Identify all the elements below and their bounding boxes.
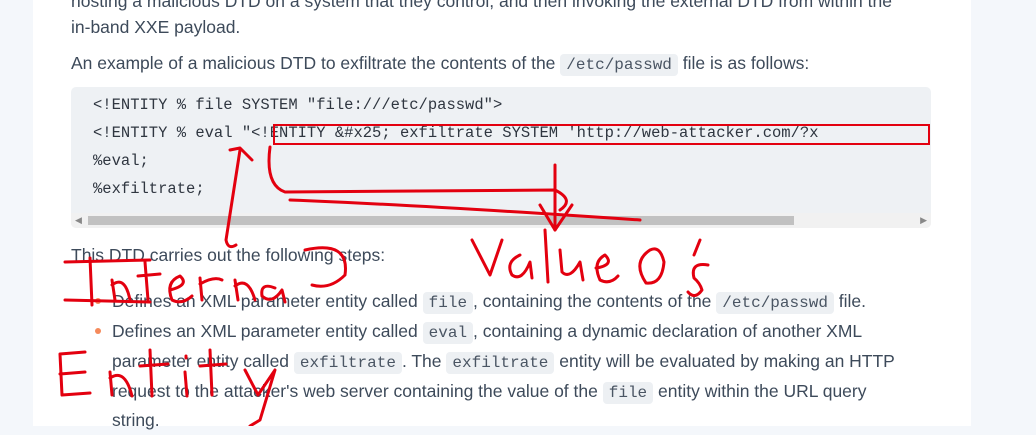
step-2-line3-after: entity within the URL query [658, 381, 867, 401]
step-1-mid: , containing the contents of the [473, 291, 712, 311]
example-text-after: file is as follows: [682, 53, 810, 73]
example-text-before: An example of a malicious DTD to exfiltr… [71, 53, 556, 73]
step-2-line3: request to the attacker's web server con… [112, 376, 867, 408]
step-2-text: Defines an XML parameter entity called [112, 321, 418, 341]
code-line-1: <!ENTITY % file SYSTEM "file:///etc/pass… [93, 96, 503, 114]
scroll-left-arrow-icon[interactable]: ◀ [75, 214, 82, 227]
steps-intro: This DTD carries out the following steps… [71, 245, 386, 265]
step-1-text: Defines an XML parameter entity called [112, 291, 418, 311]
step-2-after: , containing a dynamic declaration of an… [473, 321, 863, 341]
inline-code-exfiltrate-2: exfiltrate [446, 352, 555, 374]
step-2-line3-text: request to the attacker's web server con… [112, 381, 598, 401]
step-1-after: file. [838, 291, 867, 311]
inline-code-etc-passwd-2: /etc/passwd [716, 292, 834, 314]
step-2-line2: parameter entity called exfiltrate. The … [112, 346, 895, 378]
inline-code-etc-passwd: /etc/passwd [560, 54, 678, 76]
inline-code-file-2: file [602, 382, 654, 404]
bullet-icon [95, 298, 101, 304]
step-2-line4: string. [112, 410, 160, 430]
step-2-line2-mid: . The [401, 351, 442, 371]
intro-text-line2: in-band XXE payload. [71, 17, 241, 37]
example-paragraph: An example of a malicious DTD to exfiltr… [71, 48, 809, 80]
horizontal-scrollbar[interactable]: ◀ ▶ [71, 213, 931, 228]
step-2-line2-after: entity will be evaluated by making an HT… [559, 351, 895, 371]
step-2-line2-text: parameter entity called [112, 351, 290, 371]
bullet-icon [95, 328, 101, 334]
inline-code-file: file [422, 292, 474, 314]
code-block[interactable]: <!ENTITY % file SYSTEM "file:///etc/pass… [71, 87, 931, 228]
step-1: Defines an XML parameter entity called f… [112, 286, 866, 318]
code-line-4: %exfiltrate; [93, 180, 205, 198]
scroll-thumb[interactable] [88, 216, 794, 225]
step-2-line1: Defines an XML parameter entity called e… [112, 316, 862, 348]
inline-code-exfiltrate: exfiltrate [293, 352, 402, 374]
annotation-highlight-box [273, 124, 930, 145]
code-line-3: %eval; [93, 152, 149, 170]
scroll-right-arrow-icon[interactable]: ▶ [920, 214, 927, 227]
inline-code-eval: eval [422, 322, 474, 344]
